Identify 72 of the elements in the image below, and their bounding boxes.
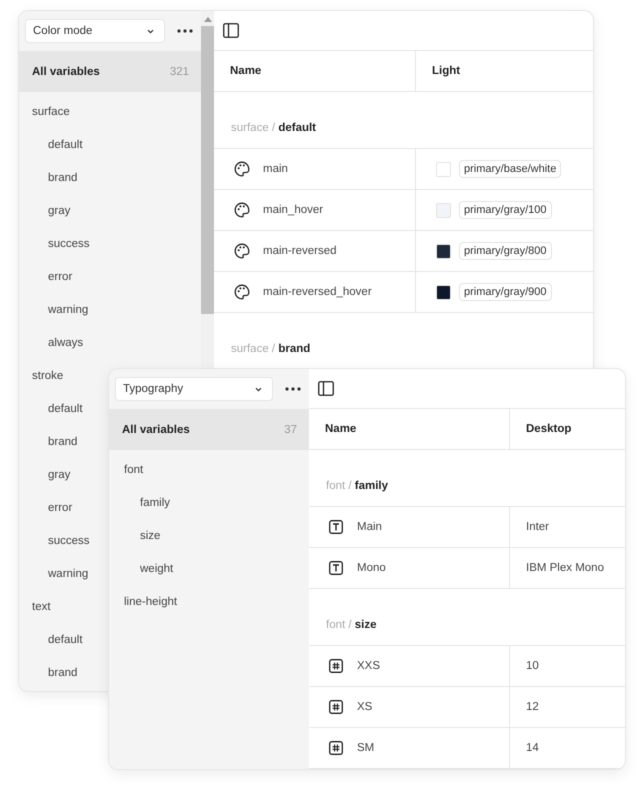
variable-value: Inter <box>526 521 550 533</box>
variable-value: 14 <box>526 742 539 754</box>
chevron-down-icon <box>147 28 154 34</box>
subgroup-item[interactable]: brand <box>48 425 80 458</box>
column-header: Name <box>214 51 416 91</box>
group-item[interactable]: line-height <box>124 585 180 618</box>
variable-name: main-reversed <box>263 245 336 257</box>
subgroup-item[interactable]: size <box>140 519 164 552</box>
all-variables-item[interactable]: All variables 37 <box>109 409 309 450</box>
subgroup-item[interactable]: gray <box>48 458 74 491</box>
hash-icon <box>329 741 343 755</box>
group-heading: surface / brand <box>231 343 310 355</box>
group-heading: font / size <box>326 619 377 631</box>
subgroup-item[interactable]: error <box>48 260 76 293</box>
variable-name: SM <box>357 742 374 754</box>
subgroup-item[interactable]: gray <box>48 194 74 227</box>
sidebar-toggle-icon[interactable] <box>223 23 239 38</box>
hash-icon <box>329 659 343 673</box>
variable-name: XS <box>357 701 372 713</box>
palette-icon <box>234 284 250 300</box>
column-header: Desktop <box>525 422 572 437</box>
variable-name: main <box>263 163 288 175</box>
subgroup-item[interactable]: brand <box>48 656 80 689</box>
variable-value: 10 <box>526 660 539 672</box>
all-variables-label: All variables <box>32 66 100 78</box>
subgroup-item[interactable]: warning <box>48 293 92 326</box>
alias-token[interactable]: primary/gray/800 <box>459 242 552 260</box>
more-icon[interactable] <box>285 387 301 391</box>
subgroup-item[interactable]: brand <box>48 161 80 194</box>
column-header: Light <box>431 64 462 79</box>
sidebar-toggle-icon[interactable] <box>318 381 334 396</box>
group-heading: surface / default <box>231 122 316 134</box>
subgroup-item[interactable]: success <box>48 227 93 260</box>
column-header: Name <box>309 409 510 449</box>
alias-token[interactable]: primary/gray/900 <box>459 283 552 301</box>
collection-dropdown[interactable]: Color mode <box>25 19 165 43</box>
subgroup-item[interactable]: weight <box>140 552 176 585</box>
subgroup-item[interactable]: default <box>48 623 86 656</box>
text-type-icon <box>329 561 343 575</box>
variable-name: main-reversed_hover <box>263 286 372 298</box>
subgroup-item[interactable]: default <box>48 392 86 425</box>
palette-icon <box>234 243 250 259</box>
variable-value: 12 <box>526 701 539 713</box>
subgroup-item[interactable]: always <box>48 326 86 359</box>
subgroup-item[interactable]: warning <box>48 557 92 590</box>
variable-name: XXS <box>357 660 380 672</box>
variable-name: Mono <box>357 562 386 574</box>
all-variables-item[interactable]: All variables 321 <box>19 51 201 92</box>
group-heading: font / family <box>326 480 388 492</box>
collection-dropdown[interactable]: Typography <box>115 377 273 401</box>
chevron-down-icon <box>255 386 262 392</box>
group-item[interactable]: text <box>32 590 54 623</box>
variable-name: main_hover <box>263 204 324 216</box>
subgroup-item[interactable]: default <box>48 128 86 161</box>
palette-icon <box>234 161 250 177</box>
variable-value: IBM Plex Mono <box>526 562 604 574</box>
variable-count: 37 <box>284 424 297 436</box>
alias-token[interactable]: primary/base/white <box>459 160 562 178</box>
subgroup-item[interactable]: success <box>48 524 93 557</box>
hash-icon <box>329 700 343 714</box>
group-item[interactable]: font <box>124 453 146 486</box>
variable-count: 321 <box>170 66 189 78</box>
group-item[interactable]: stroke <box>32 359 66 392</box>
more-icon[interactable] <box>177 29 193 33</box>
text-type-icon <box>329 520 343 534</box>
palette-icon <box>234 202 250 218</box>
group-item[interactable]: surface <box>32 95 73 128</box>
all-variables-label: All variables <box>122 424 190 436</box>
variable-name: Main <box>357 521 382 533</box>
alias-token[interactable]: primary/gray/100 <box>459 201 552 219</box>
subgroup-item[interactable]: error <box>48 491 76 524</box>
subgroup-item[interactable]: family <box>140 486 174 519</box>
